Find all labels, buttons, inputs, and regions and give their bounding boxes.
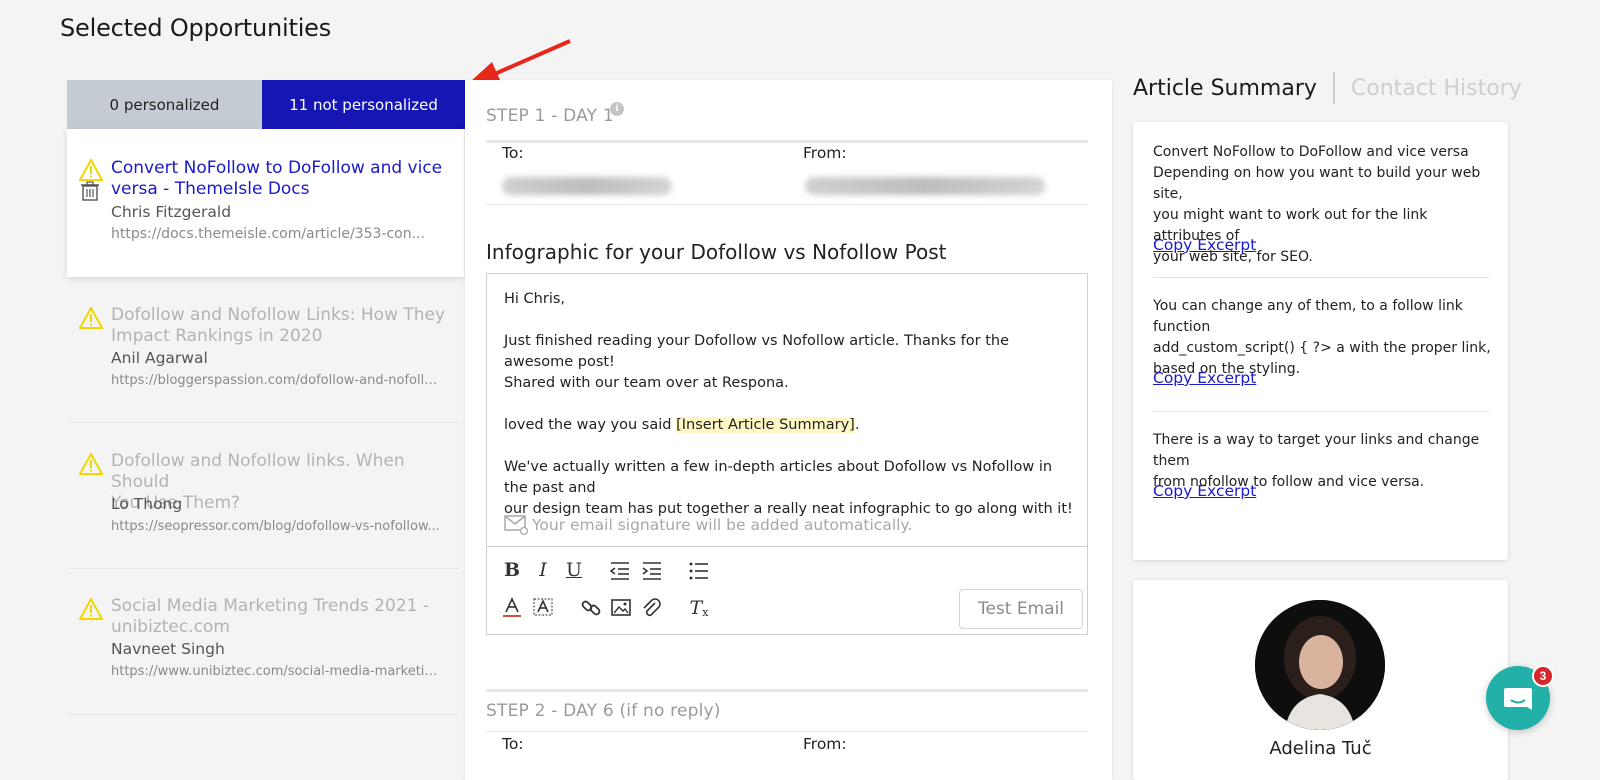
email-sequence-panel: STEP 1 - DAY 1 i To: From: Infographic f… bbox=[465, 80, 1112, 780]
link-icon[interactable] bbox=[580, 597, 602, 619]
tab-divider bbox=[1332, 72, 1335, 104]
opportunity-item[interactable]: Dofollow and Nofollow links. When Should… bbox=[67, 443, 464, 583]
warning-icon bbox=[79, 453, 103, 475]
to-address-redacted[interactable] bbox=[502, 177, 672, 195]
divider bbox=[69, 422, 459, 423]
underline-icon[interactable]: U bbox=[563, 559, 585, 581]
opportunity-item[interactable]: Convert NoFollow to DoFollow and vice ver… bbox=[67, 129, 464, 277]
divider bbox=[69, 714, 459, 715]
opportunity-url: https://bloggerspassion.com/dofollow-and… bbox=[111, 373, 441, 388]
opportunity-list: 0 personalized 11 not personalized Conve… bbox=[67, 80, 473, 770]
opportunity-item[interactable]: Dofollow and Nofollow Links: How They Imp… bbox=[67, 297, 464, 437]
warning-icon bbox=[79, 598, 103, 620]
article-summary-card: Convert NoFollow to DoFollow and vice ve… bbox=[1133, 122, 1508, 560]
opportunity-url: https://www.unibiztec.com/social-media-m… bbox=[111, 664, 441, 679]
opportunity-title[interactable]: Dofollow and Nofollow Links: How They Imp… bbox=[111, 305, 451, 347]
opportunity-url: https://docs.themeisle.com/article/353-c… bbox=[111, 226, 425, 242]
step-title: STEP 1 - DAY 1 bbox=[486, 106, 614, 126]
divider bbox=[486, 689, 1088, 692]
editor-toolbar: B I U Tx Test Email bbox=[487, 546, 1087, 634]
warning-icon bbox=[79, 159, 103, 181]
clear-format-icon[interactable]: Tx bbox=[688, 597, 710, 619]
divider bbox=[486, 204, 1088, 205]
opportunity-item[interactable]: Social Media Marketing Trends 2021 - unib… bbox=[67, 588, 464, 728]
notification-badge: 3 bbox=[1532, 665, 1554, 687]
copy-excerpt-link[interactable]: Copy Excerpt bbox=[1153, 236, 1256, 254]
divider bbox=[486, 731, 1088, 732]
outdent-icon[interactable] bbox=[609, 560, 631, 582]
personalization-tabs: 0 personalized 11 not personalized bbox=[67, 80, 473, 129]
opportunity-author: Navneet Singh bbox=[111, 640, 225, 658]
page-title: Selected Opportunities bbox=[60, 14, 332, 42]
attachment-icon[interactable] bbox=[640, 597, 662, 619]
email-editor[interactable]: Hi Chris, Just finished reading your Dof… bbox=[486, 273, 1088, 635]
text-color-icon[interactable] bbox=[501, 597, 523, 619]
tab-article-summary[interactable]: Article Summary bbox=[1133, 76, 1317, 101]
divider bbox=[1153, 277, 1489, 278]
to-label: To: bbox=[502, 735, 524, 753]
email-body[interactable]: Hi Chris, Just finished reading your Dof… bbox=[504, 289, 1074, 520]
excerpt-text: You can change any of them, to a follow … bbox=[1153, 298, 1491, 377]
copy-excerpt-link[interactable]: Copy Excerpt bbox=[1153, 482, 1256, 500]
divider bbox=[69, 568, 459, 569]
image-icon[interactable] bbox=[610, 597, 632, 619]
highlight-color-icon[interactable] bbox=[532, 597, 554, 619]
opportunity-title[interactable]: Social Media Marketing Trends 2021 - unib… bbox=[111, 596, 451, 638]
opportunity-title[interactable]: Convert NoFollow to DoFollow and vice ver… bbox=[111, 158, 451, 200]
info-icon[interactable]: i bbox=[610, 102, 624, 116]
tab-contact-history[interactable]: Contact History bbox=[1351, 76, 1522, 101]
indent-icon[interactable] bbox=[641, 560, 663, 582]
avatar bbox=[1255, 600, 1385, 730]
warning-icon bbox=[79, 307, 103, 329]
copy-excerpt-link[interactable]: Copy Excerpt bbox=[1153, 369, 1256, 387]
contact-card: Adelina Tuč bbox=[1133, 580, 1508, 780]
opportunity-url: https://seopressor.com/blog/dofollow-vs-… bbox=[111, 519, 440, 534]
opportunity-author: Anil Agarwal bbox=[111, 349, 208, 367]
placeholder-tag[interactable]: [Insert Article Summary] bbox=[676, 417, 855, 433]
trash-icon[interactable] bbox=[81, 181, 99, 201]
italic-icon[interactable]: I bbox=[532, 559, 554, 581]
signature-note: Your email signature will be added autom… bbox=[504, 514, 912, 536]
from-label: From: bbox=[803, 144, 847, 162]
step-title: STEP 2 - DAY 6 (if no reply) bbox=[486, 701, 721, 721]
tab-not-personalized[interactable]: 11 not personalized bbox=[262, 80, 465, 129]
opportunity-author: Chris Fitzgerald bbox=[111, 203, 232, 221]
from-address-redacted[interactable] bbox=[805, 177, 1045, 195]
bold-icon[interactable]: B bbox=[501, 559, 523, 581]
test-email-button[interactable]: Test Email bbox=[959, 589, 1083, 629]
divider bbox=[1153, 411, 1489, 412]
annotation-arrow-icon bbox=[470, 39, 571, 82]
tab-personalized[interactable]: 0 personalized bbox=[67, 80, 262, 129]
to-label: To: bbox=[502, 144, 524, 162]
from-label: From: bbox=[803, 735, 847, 753]
opportunity-author: Lo Thong bbox=[111, 495, 183, 513]
bullet-list-icon[interactable] bbox=[688, 560, 710, 582]
contact-name: Adelina Tuč bbox=[1269, 738, 1372, 759]
envelope-signature-icon bbox=[504, 515, 529, 536]
right-panel-tabs: Article Summary Contact History bbox=[1133, 72, 1522, 104]
email-subject[interactable]: Infographic for your Dofollow vs Nofollo… bbox=[486, 240, 946, 264]
divider bbox=[486, 140, 1088, 143]
